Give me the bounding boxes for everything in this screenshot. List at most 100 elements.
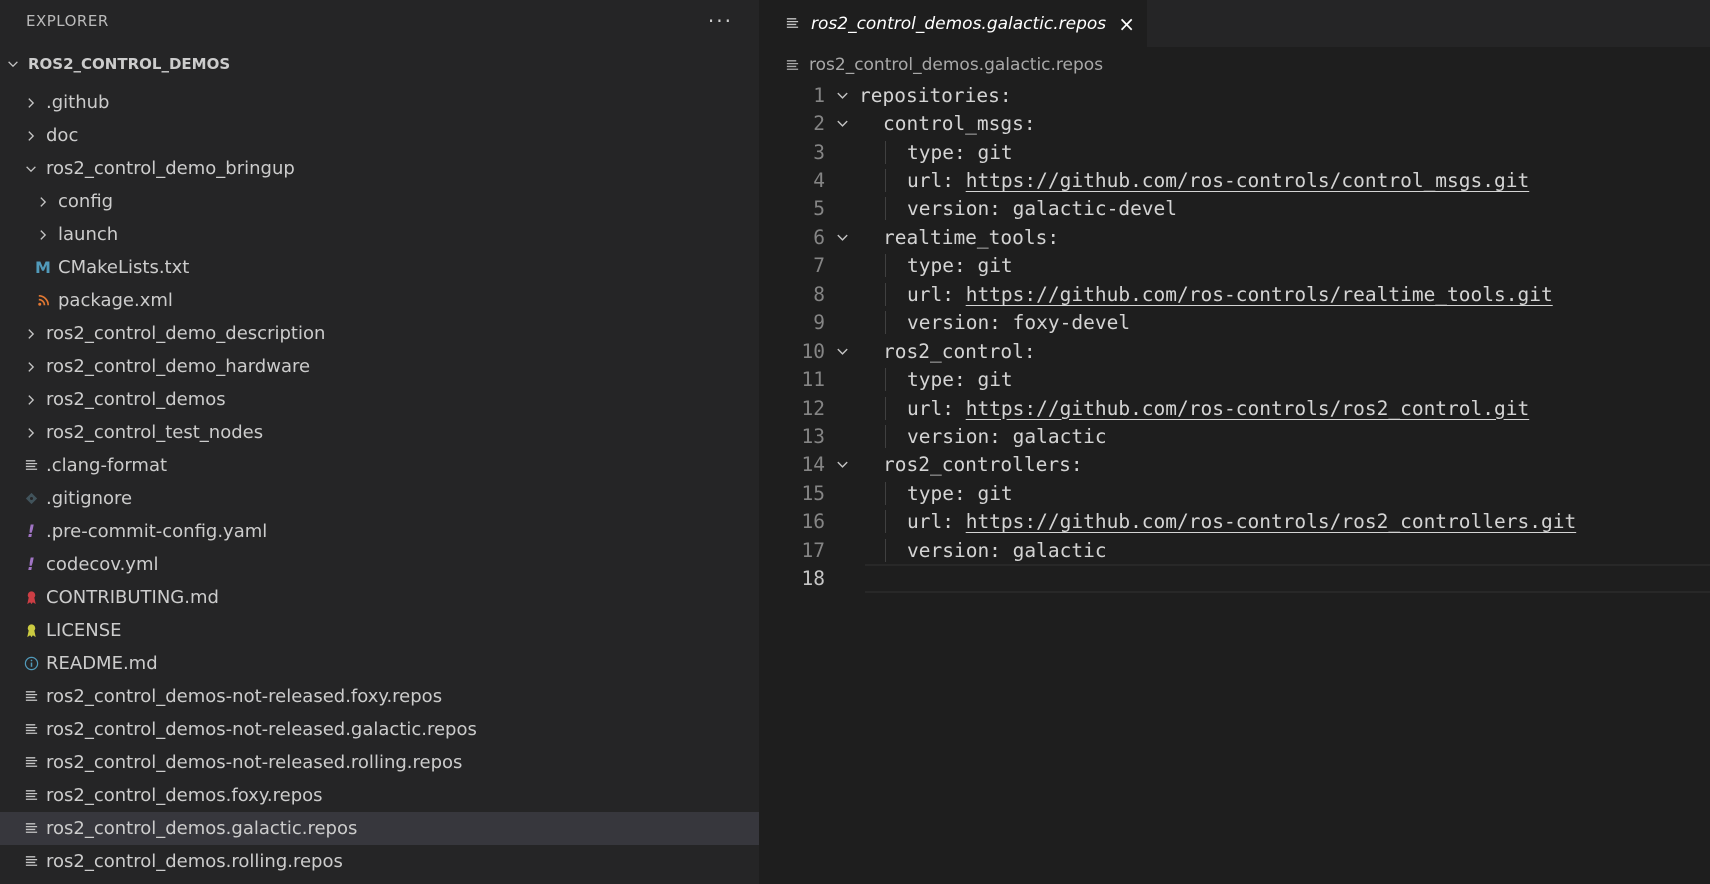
fold-chevron-down-icon[interactable] bbox=[825, 344, 859, 359]
info-icon bbox=[22, 655, 40, 673]
code-line[interactable]: 18 bbox=[759, 564, 1710, 593]
code-text: version: foxy-devel bbox=[859, 311, 1131, 335]
lines-file-icon bbox=[22, 721, 40, 739]
tree-file-12[interactable]: .gitignore bbox=[0, 482, 759, 515]
code-line[interactable]: 4 url: https://github.com/ros-controls/co… bbox=[759, 166, 1710, 194]
indent-guide bbox=[885, 311, 886, 335]
line-number: 14 bbox=[801, 453, 825, 477]
tree-file-21[interactable]: ros2_control_demos.foxy.repos bbox=[0, 779, 759, 812]
code-line[interactable]: 17 version: galactic bbox=[759, 536, 1710, 564]
tree-file-15[interactable]: CONTRIBUTING.md bbox=[0, 581, 759, 614]
fold-chevron-down-icon[interactable] bbox=[825, 116, 859, 131]
indent-guide bbox=[885, 481, 886, 505]
code-line[interactable]: 3 type: git bbox=[759, 138, 1710, 166]
yaml-value: galactic bbox=[1012, 538, 1107, 562]
code-text: url: https://github.com/ros-controls/ros… bbox=[859, 510, 1576, 534]
line-number: 16 bbox=[801, 510, 825, 534]
fold-chevron-down-icon[interactable] bbox=[825, 230, 859, 245]
code-line[interactable]: 5 version: galactic-devel bbox=[759, 195, 1710, 223]
code-line[interactable]: 14 ros2_controllers: bbox=[759, 451, 1710, 479]
close-icon[interactable]: × bbox=[1118, 12, 1135, 36]
explorer-header: EXPLORER ··· bbox=[0, 0, 759, 42]
fold-chevron-down-icon[interactable] bbox=[825, 88, 859, 103]
lines-file-icon bbox=[783, 56, 801, 74]
code-line[interactable]: 12 url: https://github.com/ros-controls/r… bbox=[759, 394, 1710, 422]
tree-file-20[interactable]: ros2_control_demos-not-released.rolling.… bbox=[0, 746, 759, 779]
tree-file-6[interactable]: package.xml bbox=[0, 284, 759, 317]
chevron-right-icon bbox=[34, 226, 52, 244]
tree-item-label: ros2_control_demos bbox=[46, 389, 226, 410]
chevron-right-icon bbox=[34, 193, 52, 211]
breadcrumb[interactable]: ros2_control_demos.galactic.repos bbox=[759, 47, 1710, 83]
tree-file-23[interactable]: ros2_control_demos.rolling.repos bbox=[0, 845, 759, 878]
yaml-key: version: bbox=[907, 197, 1013, 221]
code-text: version: galactic-devel bbox=[859, 197, 1178, 221]
tree-file-18[interactable]: ros2_control_demos-not-released.foxy.rep… bbox=[0, 680, 759, 713]
code-line[interactable]: 8 url: https://github.com/ros-controls/re… bbox=[759, 280, 1710, 308]
tree-file-14[interactable]: ! codecov.yml bbox=[0, 548, 759, 581]
tree-folder-9[interactable]: ros2_control_demos bbox=[0, 383, 759, 416]
url-link[interactable]: https://github.com/ros-controls/ros2_con… bbox=[966, 510, 1576, 533]
tree-file-17[interactable]: README.md bbox=[0, 647, 759, 680]
indent-guide bbox=[885, 368, 886, 392]
tree-file-19[interactable]: ros2_control_demos-not-released.galactic… bbox=[0, 713, 759, 746]
tree-folder-8[interactable]: ros2_control_demo_hardware bbox=[0, 350, 759, 383]
code-line[interactable]: 13 version: galactic bbox=[759, 422, 1710, 450]
explorer-root-folder[interactable]: ROS2_CONTROL_DEMOS bbox=[0, 42, 759, 86]
indent-guide bbox=[885, 254, 886, 278]
yaml-key: realtime_tools: bbox=[883, 225, 1060, 249]
code-text: version: galactic bbox=[859, 538, 1107, 562]
indent-guide bbox=[885, 140, 886, 164]
tree-folder-10[interactable]: ros2_control_test_nodes bbox=[0, 416, 759, 449]
yaml-value: galactic bbox=[1012, 424, 1107, 448]
tree-item-label: ros2_control_demo_description bbox=[46, 323, 326, 344]
yaml-key: type: bbox=[907, 368, 978, 392]
tree-folder-7[interactable]: ros2_control_demo_description bbox=[0, 317, 759, 350]
cmake-file-icon: M bbox=[35, 258, 51, 277]
tree-file-22[interactable]: ros2_control_demos.galactic.repos bbox=[0, 812, 759, 845]
code-editor[interactable]: 1 repositories: 2 control_msgs: 3 type: git 4 u… bbox=[759, 81, 1710, 593]
more-actions-icon[interactable]: ··· bbox=[708, 11, 733, 31]
code-line[interactable]: 15 type: git bbox=[759, 479, 1710, 507]
tree-file-5[interactable]: M CMakeLists.txt bbox=[0, 251, 759, 284]
code-text: repositories: bbox=[859, 84, 1012, 107]
code-line[interactable]: 9 version: foxy-devel bbox=[759, 309, 1710, 337]
line-number: 5 bbox=[813, 197, 825, 221]
fold-chevron-down-icon[interactable] bbox=[825, 457, 859, 472]
indent-guide bbox=[885, 197, 886, 221]
url-link[interactable]: https://github.com/ros-controls/ros2_con… bbox=[966, 397, 1530, 420]
line-number: 8 bbox=[813, 282, 825, 306]
tree-item-label: launch bbox=[58, 224, 119, 245]
tree-folder-2[interactable]: ros2_control_demo_bringup bbox=[0, 152, 759, 185]
line-number: 4 bbox=[813, 169, 825, 193]
chevron-right-icon bbox=[22, 358, 40, 376]
tree-file-16[interactable]: LICENSE bbox=[0, 614, 759, 647]
code-line[interactable]: 16 url: https://github.com/ros-controls/r… bbox=[759, 508, 1710, 536]
code-line[interactable]: 10 ros2_control: bbox=[759, 337, 1710, 365]
line-number: 17 bbox=[801, 538, 825, 562]
yaml-value: foxy-devel bbox=[1012, 311, 1131, 335]
tree-folder-1[interactable]: doc bbox=[0, 119, 759, 152]
code-line[interactable]: 2 control_msgs: bbox=[759, 109, 1710, 137]
tree-item-label: package.xml bbox=[58, 290, 173, 311]
tree-item-label: .github bbox=[46, 92, 110, 113]
yaml-key: url: bbox=[907, 510, 966, 534]
tab-active-file[interactable]: ros2_control_demos.galactic.repos × bbox=[759, 0, 1147, 47]
chevron-right-icon bbox=[22, 94, 40, 112]
code-line[interactable]: 6 realtime_tools: bbox=[759, 223, 1710, 251]
yaml-value: galactic-devel bbox=[1012, 197, 1178, 221]
url-link[interactable]: https://github.com/ros-controls/control_… bbox=[966, 169, 1530, 192]
lines-file-icon bbox=[783, 15, 801, 33]
tree-file-13[interactable]: ! .pre-commit-config.yaml bbox=[0, 515, 759, 548]
yaml-key: version: bbox=[907, 424, 1013, 448]
code-line[interactable]: 7 type: git bbox=[759, 252, 1710, 280]
tree-folder-3[interactable]: config bbox=[0, 185, 759, 218]
code-text: ros2_controllers: bbox=[859, 453, 1083, 476]
tree-file-11[interactable]: .clang-format bbox=[0, 449, 759, 482]
tree-folder-0[interactable]: .github bbox=[0, 86, 759, 119]
indent-guide bbox=[885, 169, 886, 193]
code-line[interactable]: 1 repositories: bbox=[759, 81, 1710, 109]
tree-folder-4[interactable]: launch bbox=[0, 218, 759, 251]
url-link[interactable]: https://github.com/ros-controls/realtime… bbox=[966, 283, 1553, 306]
code-line[interactable]: 11 type: git bbox=[759, 365, 1710, 393]
